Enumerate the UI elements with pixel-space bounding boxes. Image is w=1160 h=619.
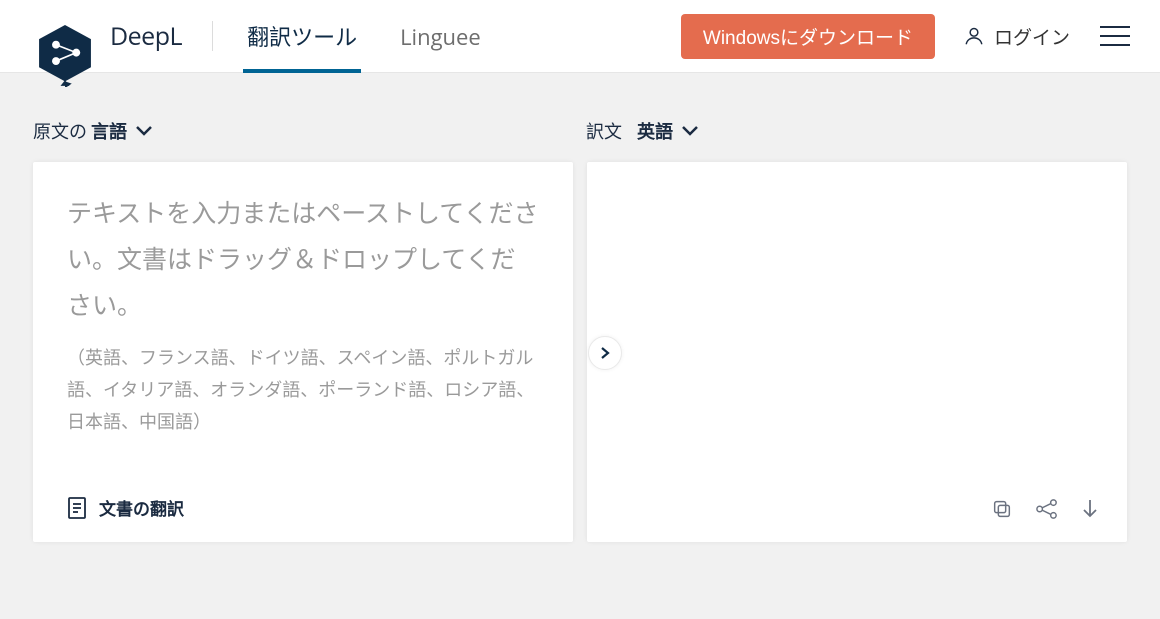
chevron-right-icon [600, 346, 610, 360]
copy-icon[interactable] [991, 498, 1013, 520]
main-nav: 翻訳ツール Linguee [243, 0, 485, 73]
source-language-selector[interactable]: 原文の 言語 [33, 118, 574, 144]
logo[interactable]: DeepL [34, 5, 182, 67]
source-textarea[interactable]: テキストを入力またはペーストしてください。文書はドラッグ＆ドロップしてください。 [67, 190, 539, 328]
brand-name: DeepL [110, 19, 182, 53]
share-icon[interactable] [1035, 498, 1059, 520]
nav-linguee[interactable]: Linguee [396, 22, 485, 73]
content-area: 原文の 言語 訳文 英語 テキストを入力またはペーストしてください。文書はドラッ… [0, 73, 1160, 542]
nav-translator[interactable]: 翻訳ツール [243, 20, 361, 73]
download-button[interactable]: Windowsにダウンロード [681, 14, 935, 59]
chevron-down-icon [135, 125, 153, 137]
menu-button[interactable] [1100, 26, 1130, 46]
language-bar: 原文の 言語 訳文 英語 [33, 118, 1127, 162]
swap-languages-button[interactable] [588, 336, 622, 370]
supported-languages-hint: （英語、フランス語、ドイツ語、スペイン語、ポルトガル語、イタリア語、オランダ語、… [67, 342, 539, 438]
target-prefix: 訳文 [586, 118, 622, 144]
download-arrow-icon[interactable] [1081, 498, 1099, 520]
target-language-selector[interactable]: 訳文 英語 [586, 118, 1127, 144]
translate-document-button[interactable]: 文書の翻訳 [67, 495, 184, 520]
header-bar: DeepL 翻訳ツール Linguee Windowsにダウンロード ログイン [0, 0, 1160, 73]
source-panel: テキストを入力またはペーストしてください。文書はドラッグ＆ドロップしてください。… [33, 162, 573, 542]
target-panel [587, 162, 1127, 542]
logo-icon [34, 25, 96, 87]
translator-panels: テキストを入力またはペーストしてください。文書はドラッグ＆ドロップしてください。… [33, 162, 1127, 542]
header-separator [212, 21, 213, 51]
translate-document-label: 文書の翻訳 [99, 495, 184, 520]
source-prefix: 原文の [33, 118, 87, 144]
output-actions [991, 498, 1099, 520]
target-lang: 英語 [637, 118, 673, 144]
user-icon [963, 25, 985, 47]
document-icon [67, 496, 87, 520]
chevron-down-icon [681, 125, 699, 137]
login-button[interactable]: ログイン [963, 23, 1070, 50]
login-label: ログイン [994, 23, 1070, 50]
source-lang: 言語 [91, 118, 127, 144]
